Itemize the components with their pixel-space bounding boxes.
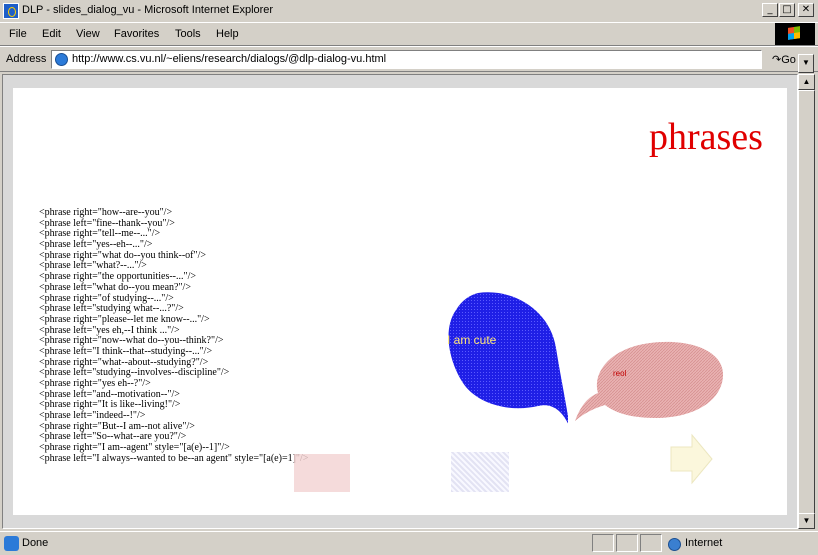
code-line: <phrase right="please--let me know--..."… [39,313,210,325]
go-label: Go [781,54,796,66]
status-pane [616,534,638,552]
menu-view[interactable]: View [76,28,100,40]
menu-favorites[interactable]: Favorites [114,28,159,40]
code-line: <phrase left="I always--wanted to be--an… [39,452,309,464]
address-bar: Address http://www.cs.vu.nl/~eliens/rese… [0,46,818,73]
scroll-up-button[interactable]: ▲ [798,74,815,90]
address-label: Address [6,53,47,65]
phrase-code-listing: <phrase right="how--are--you"/> <phrase l… [39,207,309,465]
vertical-scrollbar[interactable]: ▲ ▼ [798,74,815,529]
bubble-text: I am cute [447,333,497,347]
ie-icon [3,3,19,19]
close-button[interactable]: ✕ [798,3,814,17]
internet-zone-icon [668,538,681,551]
status-pane [640,534,662,552]
maximize-button[interactable]: □ [779,3,795,17]
page-icon [55,53,68,66]
reply-text: reol [613,369,627,378]
speech-bubble-pink [575,341,724,421]
window-title: DLP - slides_dialog_vu - Microsoft Inter… [22,4,274,16]
page-done-icon [4,536,19,551]
web-page: phrases <phrase right="how--are--you"/> <… [13,88,787,515]
faded-arrow-icon [670,433,713,485]
windows-logo-icon [775,23,815,45]
faded-pink-block [294,454,350,492]
page-heading: phrases [649,116,763,158]
status-bar: Done Internet [0,531,818,555]
title-bar: DLP - slides_dialog_vu - Microsoft Inter… [0,0,818,22]
menu-help[interactable]: Help [216,28,239,40]
menu-bar: File Edit View Favorites Tools Help [0,22,818,46]
scroll-thumb[interactable] [798,90,815,520]
speech-bubble-blue [448,292,568,424]
code-line: <phrase left="what do--you mean?"/> [39,281,191,293]
address-dropdown-button[interactable]: ▼ [798,54,814,73]
menu-file[interactable]: File [9,28,27,40]
menu-tools[interactable]: Tools [175,28,201,40]
menu-edit[interactable]: Edit [42,28,61,40]
address-input[interactable]: http://www.cs.vu.nl/~eliens/research/dia… [51,50,814,73]
zone-text: Internet [685,537,723,549]
minimize-button[interactable]: _ [762,3,778,17]
address-url: http://www.cs.vu.nl/~eliens/research/dia… [72,53,387,65]
faded-lavender-block [451,452,509,492]
status-pane [592,534,614,552]
go-button[interactable]: ↷Go [772,53,796,66]
go-arrow-icon: ↷ [772,53,782,66]
scroll-down-button[interactable]: ▼ [798,513,815,529]
status-text: Done [22,537,49,549]
